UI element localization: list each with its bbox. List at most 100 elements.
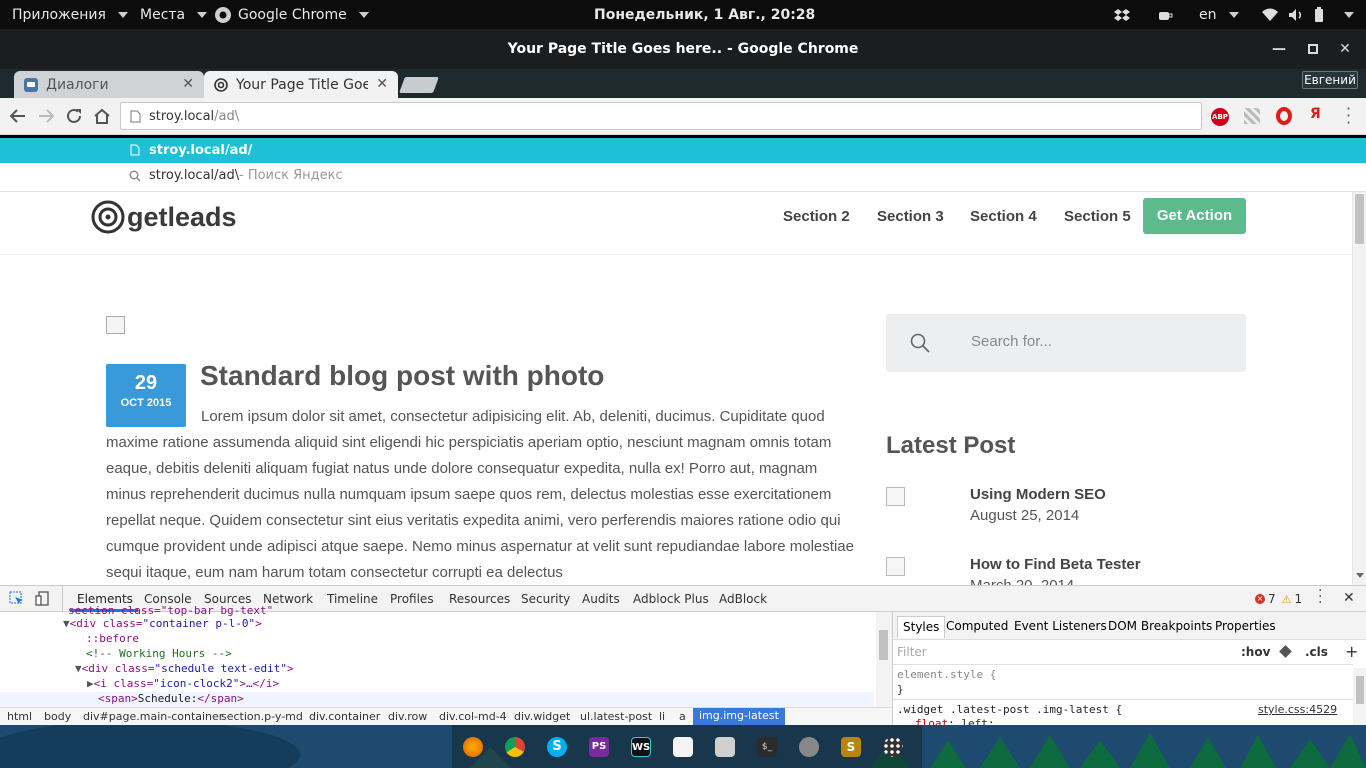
nav-section-5[interactable]: Section 5 — [1064, 208, 1131, 225]
coffee-icon[interactable] — [1158, 0, 1174, 29]
tab-timeline[interactable]: Timeline — [327, 592, 378, 606]
skype-icon[interactable]: S — [547, 737, 567, 757]
sublime-icon[interactable]: S — [841, 737, 861, 757]
breadcrumb-item[interactable]: html — [7, 710, 32, 723]
suggestion-item[interactable]: stroy.local/ad/ — [0, 138, 1366, 163]
dropbox-icon[interactable] — [1114, 0, 1130, 29]
address-bar[interactable]: stroy.local/ad\ — [120, 102, 1202, 130]
home-icon[interactable] — [93, 107, 111, 125]
app-grid-icon[interactable] — [883, 737, 903, 757]
hover-state-toggle[interactable]: :hov — [1241, 645, 1270, 659]
latest-post-title[interactable]: How to Find Beta Tester — [970, 556, 1141, 573]
nav-section-2[interactable]: Section 2 — [783, 208, 850, 225]
tab-audits[interactable]: Audits — [582, 592, 620, 606]
forward-icon[interactable] — [37, 107, 55, 125]
styles-filter-input[interactable]: Filter — [897, 645, 927, 659]
scrollbar-thumb[interactable] — [879, 630, 888, 660]
terminal-icon[interactable]: $_ — [757, 737, 777, 757]
new-tab-button[interactable] — [399, 77, 439, 93]
breadcrumb-item[interactable]: div.row — [388, 710, 427, 723]
dom-node[interactable]: <span>Schedule:</span> — [98, 692, 244, 705]
adblock-plus-icon[interactable]: ABP — [1211, 108, 1229, 126]
device-toolbar-icon[interactable] — [35, 591, 50, 606]
breadcrumb-item[interactable]: div.widget — [514, 710, 570, 723]
tab-active[interactable]: Your Page Title Goes here.. ✕ — [204, 71, 398, 98]
profile-button[interactable]: Евгений — [1302, 71, 1358, 89]
dom-node[interactable]: ▶<i class="icon-clock2">…</i> — [87, 677, 279, 690]
phpstorm-icon[interactable]: PS — [589, 737, 609, 757]
menu-kebab-icon[interactable]: · · · — [1346, 101, 1351, 131]
settings-gear-icon[interactable] — [799, 737, 819, 757]
expand-arrow-icon[interactable]: ▼ — [75, 662, 82, 675]
expand-arrow-icon[interactable]: ▼ — [63, 617, 70, 630]
dom-pseudo[interactable]: ::before — [86, 632, 139, 645]
maximize-icon[interactable] — [1304, 40, 1322, 58]
collapse-arrow-icon[interactable]: ▶ — [87, 677, 94, 690]
scroll-down-icon[interactable] — [1356, 573, 1364, 578]
close-tab-icon[interactable]: ✕ — [182, 76, 194, 92]
breadcrumb-item[interactable]: div.col-md-4 — [439, 710, 507, 723]
breadcrumb-item[interactable]: body — [44, 710, 71, 723]
close-devtools-icon[interactable]: ✕ — [1343, 590, 1355, 606]
app-menu[interactable]: Google Chrome — [214, 0, 369, 29]
tab-properties[interactable]: Properties — [1215, 619, 1276, 633]
tab-resources[interactable]: Resources — [449, 592, 510, 606]
breadcrumb-item[interactable]: div#page.main-container — [83, 710, 223, 723]
page-scrollbar[interactable] — [1352, 192, 1366, 585]
broken-image-icon[interactable] — [886, 557, 905, 576]
breadcrumb-item[interactable]: li — [659, 710, 665, 723]
firefox-icon[interactable] — [463, 737, 483, 757]
language-menu[interactable]: en — [1199, 0, 1239, 29]
breadcrumb-item[interactable]: a — [679, 710, 686, 723]
elements-tree[interactable]: section class="top-bar bg-text" ▼<div cl… — [0, 604, 892, 707]
applications-menu[interactable]: Приложения — [12, 0, 128, 29]
elements-scrollbar[interactable] — [876, 612, 892, 707]
back-icon[interactable] — [9, 107, 27, 125]
inspect-element-icon[interactable] — [9, 591, 24, 606]
wifi-icon[interactable] — [1262, 0, 1278, 29]
yandex-icon[interactable]: Я — [1310, 106, 1321, 122]
add-rule-icon[interactable]: + — [1345, 642, 1358, 661]
broken-image-icon[interactable] — [886, 487, 905, 506]
search-input[interactable]: Search for... — [971, 333, 1052, 350]
post-title[interactable]: Standard blog post with photo — [200, 360, 604, 392]
scrollbar-thumb[interactable] — [1356, 676, 1364, 704]
breadcrumb-item[interactable]: ul.latest-post — [580, 710, 652, 723]
breadcrumb-item[interactable]: section.p-y-md — [221, 710, 303, 723]
tab-adblock-plus[interactable]: Adblock Plus — [633, 592, 709, 606]
opera-icon[interactable] — [1276, 107, 1292, 125]
devtools-menu-icon[interactable]: · · · — [1318, 584, 1322, 610]
search-box[interactable]: Search for... — [886, 314, 1246, 372]
console-counts[interactable]: × 7 ⚠ 1 — [1255, 592, 1302, 606]
tab-adblock[interactable]: AdBlock — [719, 592, 767, 606]
tab-dialogs[interactable]: Диалоги ✕ — [14, 71, 204, 98]
nav-section-4[interactable]: Section 4 — [970, 208, 1037, 225]
text-editor-icon[interactable] — [673, 737, 693, 757]
minimize-icon[interactable]: — — [1270, 40, 1288, 58]
clock[interactable]: Понедельник, 1 Авг., 20:28 — [594, 0, 815, 29]
breadcrumb-item-selected[interactable]: img.img-latest — [693, 708, 785, 725]
site-logo[interactable]: getleads — [91, 200, 237, 234]
power-menu[interactable] — [1338, 0, 1354, 29]
reload-icon[interactable] — [65, 107, 83, 125]
scrollbar-thumb[interactable] — [1355, 194, 1364, 244]
dom-comment[interactable]: <!-- Working Hours --> — [86, 647, 232, 660]
class-toggle[interactable]: .cls — [1305, 645, 1328, 659]
dom-node[interactable]: ▼<div class="schedule text-edit"> — [75, 662, 294, 675]
tab-profiles[interactable]: Profiles — [390, 592, 434, 606]
nav-section-3[interactable]: Section 3 — [877, 208, 944, 225]
places-menu[interactable]: Места — [140, 0, 208, 29]
chrome-icon[interactable] — [505, 737, 525, 757]
element-style-rule[interactable]: element.style { — [897, 668, 996, 681]
tab-event-listeners[interactable]: Event Listeners — [1014, 619, 1107, 633]
tab-security[interactable]: Security — [521, 592, 570, 606]
dom-node[interactable]: section class="top-bar bg-text" — [68, 604, 273, 617]
tab-dom-breakpoints[interactable]: DOM Breakpoints — [1108, 619, 1212, 633]
close-tab-icon[interactable]: ✕ — [376, 76, 388, 92]
css-source-link[interactable]: style.css:4529 — [1258, 703, 1337, 716]
styles-scrollbar[interactable] — [1353, 668, 1366, 725]
volume-icon[interactable] — [1288, 0, 1304, 29]
tab-computed[interactable]: Computed — [946, 619, 1008, 633]
css-rule-selector[interactable]: .widget .latest-post .img-latest { — [897, 703, 1122, 716]
tab-styles[interactable]: Styles — [897, 616, 946, 638]
